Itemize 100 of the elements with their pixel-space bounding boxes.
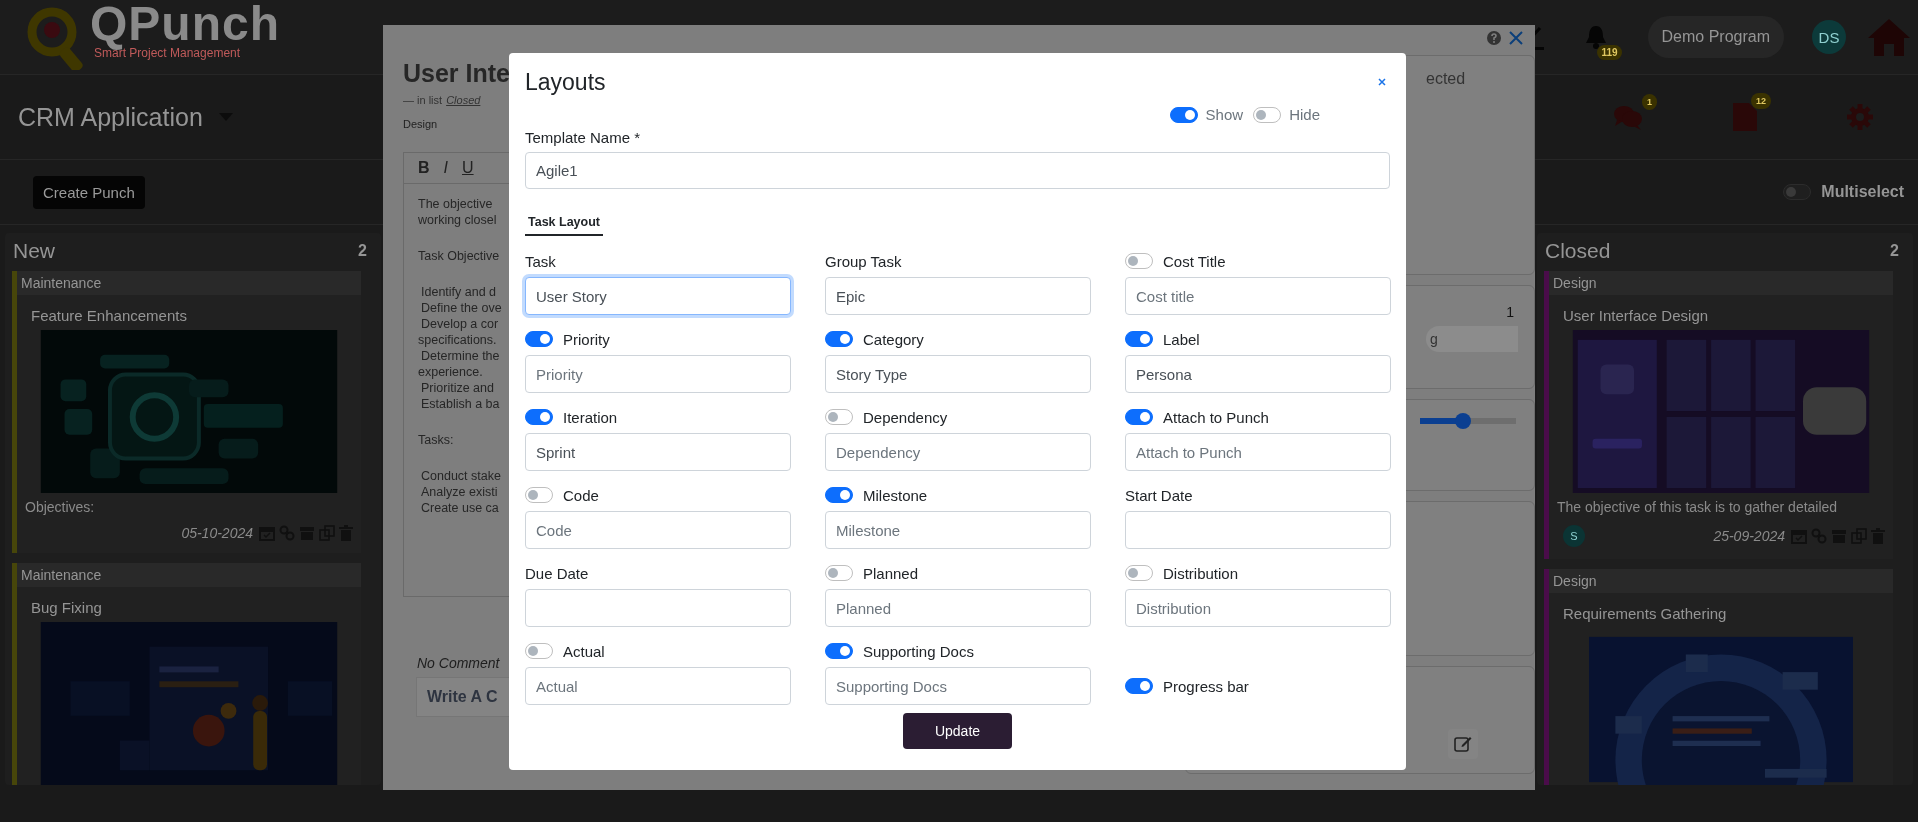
- toggle-switch[interactable]: [825, 331, 853, 347]
- input-field[interactable]: Story Type: [825, 355, 1091, 393]
- toggle-switch[interactable]: [525, 487, 553, 503]
- underline-button[interactable]: U: [462, 159, 474, 177]
- field-label: Progress bar: [1163, 677, 1249, 695]
- task-title: User Inte: [403, 59, 510, 88]
- description-line: Define the ove: [420, 300, 502, 316]
- input-field[interactable]: Cost title: [1125, 277, 1391, 315]
- task-card[interactable]: Maintenance Bug Fixing: [12, 563, 361, 785]
- multiselect-label: Multiselect: [1821, 183, 1904, 201]
- card-description: Objectives:: [24, 498, 96, 517]
- toggle-switch[interactable]: [525, 409, 553, 425]
- description-line: Create use ca: [420, 500, 499, 516]
- create-punch-button[interactable]: Create Punch: [33, 175, 145, 209]
- task-card[interactable]: Maintenance Feature Enhancements Objectives: 05-10-2024: [12, 271, 361, 553]
- project-title[interactable]: CRM Application: [18, 102, 203, 132]
- tab[interactable]: Task Layout: [525, 211, 603, 236]
- field-label: Due Date: [525, 564, 589, 582]
- toggle-switch[interactable]: [1125, 565, 1153, 581]
- field-label: Actual: [563, 642, 605, 660]
- field-label: Planned: [863, 564, 919, 582]
- input-field[interactable]: Priority: [525, 355, 791, 393]
- card-title: Bug Fixing: [30, 598, 103, 618]
- input-field[interactable]: Persona: [1125, 355, 1391, 393]
- description-line: Develop a cor: [420, 316, 499, 332]
- input-field[interactable]: Planned: [825, 589, 1091, 627]
- column-count: 2: [358, 242, 367, 260]
- edit-button[interactable]: [1448, 729, 1478, 759]
- column-title: Closed: [1545, 239, 1611, 263]
- close-icon: [1378, 77, 1386, 86]
- description-line: Task Objective: [418, 248, 500, 264]
- italic-button[interactable]: I: [443, 159, 448, 177]
- toggle-switch[interactable]: [1783, 184, 1812, 200]
- toggle-switch[interactable]: [825, 643, 853, 659]
- card-category: Maintenance: [17, 563, 361, 587]
- task-card[interactable]: Design Requirements Gathering: [1544, 569, 1893, 785]
- description-line: Identify and d: [420, 284, 497, 300]
- input-field[interactable]: [525, 589, 791, 627]
- toggle-switch[interactable]: [1169, 106, 1198, 123]
- task-tag: Design: [403, 118, 438, 130]
- input-field[interactable]: Epic: [825, 277, 1091, 315]
- field-label: Cost Title: [1163, 252, 1226, 270]
- card-title: Feature Enhancements: [30, 306, 188, 326]
- bold-button[interactable]: B: [418, 159, 430, 177]
- field-label: Distribution: [1163, 564, 1239, 582]
- field-label: Iteration: [563, 408, 618, 426]
- toggle-switch[interactable]: [1125, 253, 1153, 269]
- toggle-label: Hide: [1289, 106, 1320, 123]
- description-line: Determine the: [420, 348, 500, 364]
- toggle-switch[interactable]: [825, 565, 853, 581]
- program-selector[interactable]: Demo Program: [1647, 16, 1784, 58]
- card-category: Design: [1549, 271, 1893, 295]
- field-label: Template Name *: [525, 129, 642, 146]
- description-line: Prioritize and: [420, 380, 494, 396]
- document-icon[interactable]: [1733, 103, 1757, 131]
- task-card[interactable]: Design User Interface Design The objective of this task is to gather detailed S 25-09-2024: [1544, 271, 1893, 559]
- input-field[interactable]: Actual: [525, 667, 791, 705]
- toggle-switch[interactable]: [1253, 106, 1282, 123]
- user-avatar[interactable]: DS: [1812, 20, 1846, 54]
- field-label: Priority: [563, 330, 610, 348]
- description-line: Analyze existi: [420, 484, 498, 500]
- input-field[interactable]: Supporting Docs: [825, 667, 1091, 705]
- toggle-switch[interactable]: [525, 643, 553, 659]
- notification-badge: 119: [1597, 45, 1622, 60]
- field-label: Dependency: [863, 408, 948, 426]
- toggle-switch[interactable]: [825, 409, 853, 425]
- input-field[interactable]: Distribution: [1125, 589, 1391, 627]
- update-button[interactable]: Update: [902, 713, 1013, 749]
- toggle-switch[interactable]: [525, 331, 553, 347]
- input-field[interactable]: Sprint: [525, 433, 791, 471]
- chat-icon[interactable]: [1613, 104, 1643, 130]
- list-item[interactable]: g: [1426, 326, 1518, 352]
- input-field[interactable]: Code: [525, 511, 791, 549]
- field-label: Milestone: [863, 486, 928, 504]
- input-field[interactable]: Dependency: [825, 433, 1091, 471]
- close-icon[interactable]: [1509, 31, 1523, 45]
- input-field[interactable]: User Story: [525, 277, 791, 315]
- card-category: Design: [1549, 569, 1893, 593]
- field-label: Category: [863, 330, 924, 348]
- field-label: Attach to Punch: [1163, 408, 1269, 426]
- toggle-switch[interactable]: [1125, 678, 1153, 694]
- input-field[interactable]: Attach to Punch: [1125, 433, 1391, 471]
- input-field[interactable]: Milestone: [825, 511, 1091, 549]
- template-name-field[interactable]: Agile1: [525, 152, 1390, 189]
- assignee-avatar: S: [1563, 525, 1585, 547]
- document-badge: 12: [1751, 93, 1771, 109]
- toggle-switch[interactable]: [825, 487, 853, 503]
- item-count: 1: [1506, 304, 1514, 320]
- field-label: Group Task: [825, 252, 902, 270]
- toggle-switch[interactable]: [1125, 331, 1153, 347]
- description-line: Conduct stake: [420, 468, 501, 484]
- input-field[interactable]: [1125, 511, 1391, 549]
- bell-icon[interactable]: [1583, 24, 1608, 50]
- field-label: Start Date: [1125, 486, 1193, 504]
- comments-status: No Comment: [416, 655, 500, 671]
- column-count: 2: [1890, 242, 1899, 260]
- help-icon[interactable]: [1487, 31, 1501, 45]
- description-line: Establish a ba: [420, 396, 500, 412]
- toggle-switch[interactable]: [1125, 409, 1153, 425]
- toggle-label: Show: [1205, 106, 1244, 123]
